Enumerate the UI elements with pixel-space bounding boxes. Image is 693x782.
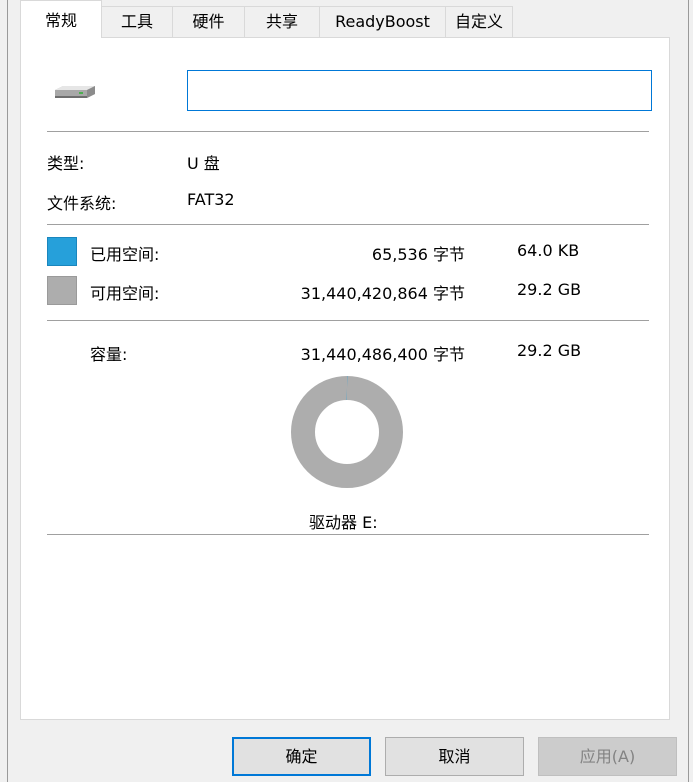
usb-drive-icon (55, 86, 95, 98)
tab-customize[interactable]: 自定义 (445, 6, 513, 37)
tab-readyboost[interactable]: ReadyBoost (319, 6, 446, 37)
window-left-border (0, 0, 8, 782)
free-space-label: 可用空间: (90, 284, 160, 303)
free-space-swatch (47, 276, 77, 305)
separator (47, 224, 649, 225)
separator (47, 131, 649, 132)
tab-tools[interactable]: 工具 (101, 6, 173, 37)
used-space-bytes: 65,536 字节 (371, 245, 465, 264)
type-value: U 盘 (187, 154, 220, 173)
free-space-bytes: 31,440,420,864 字节 (300, 284, 465, 303)
ok-button[interactable]: 确定 (232, 737, 371, 776)
separator (47, 320, 649, 321)
filesystem-value: FAT32 (187, 190, 235, 209)
separator (47, 534, 649, 535)
capacity-bytes: 31,440,486,400 字节 (300, 345, 465, 364)
capacity-label: 容量: (90, 345, 128, 364)
disk-usage-ring (291, 376, 403, 488)
used-space-label: 已用空间: (90, 245, 160, 264)
tab-general[interactable]: 常规 (20, 0, 102, 38)
window-right-border (688, 0, 693, 782)
free-space-ring-segment (291, 376, 403, 488)
type-label: 类型: (47, 154, 85, 173)
tab-strip: 常规 工具 硬件 共享 ReadyBoost 自定义 (20, 0, 690, 38)
cancel-button[interactable]: 取消 (385, 737, 524, 776)
free-space-size: 29.2 GB (517, 280, 582, 299)
used-space-size: 64.0 KB (517, 241, 580, 260)
filesystem-label: 文件系统: (47, 194, 117, 213)
drive-letter-label: 驱动器 E: (309, 513, 378, 532)
drive-name-input[interactable] (187, 70, 652, 111)
tab-sharing[interactable]: 共享 (244, 6, 320, 37)
used-space-swatch (47, 237, 77, 266)
capacity-size: 29.2 GB (517, 341, 582, 360)
tab-hardware[interactable]: 硬件 (172, 6, 245, 37)
apply-button[interactable]: 应用(A) (538, 737, 677, 776)
